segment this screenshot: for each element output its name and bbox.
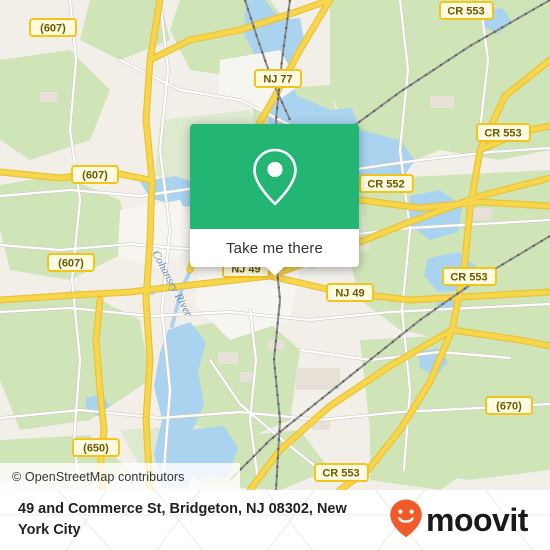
svg-text:NJ 49: NJ 49 — [335, 288, 364, 300]
location-popup-card[interactable]: Take me there — [190, 124, 359, 276]
shield-607-top: (607) — [29, 18, 77, 37]
footer-bar: 49 and Commerce St, Bridgeton, NJ 08302,… — [0, 490, 550, 550]
shield-nj77: NJ 77 — [254, 69, 302, 88]
popup-tail — [264, 266, 285, 276]
svg-text:NJ 77: NJ 77 — [263, 74, 292, 86]
svg-text:CR 553: CR 553 — [447, 6, 484, 18]
popup-marker-panel — [190, 124, 359, 229]
osm-attribution-text: © OpenStreetMap contributors — [12, 469, 185, 484]
moovit-logo[interactable]: moovit — [388, 498, 528, 543]
shield-cr553-mid: CR 553 — [442, 267, 497, 286]
svg-text:CR 553: CR 553 — [450, 272, 487, 284]
map-pin-icon — [249, 146, 301, 208]
svg-text:(607): (607) — [82, 170, 108, 182]
shield-cr553-bot: CR 553 — [314, 463, 369, 482]
shield-607-mid: (607) — [71, 165, 119, 184]
shield-650: (650) — [72, 438, 120, 457]
svg-text:(607): (607) — [58, 258, 84, 270]
moovit-location-card: Cohansey River (607) (607) (607) (650) N… — [0, 0, 550, 550]
svg-text:(670): (670) — [496, 401, 522, 413]
svg-text:(650): (650) — [83, 443, 109, 455]
svg-text:CR 553: CR 553 — [322, 468, 359, 480]
svg-text:CR 552: CR 552 — [367, 179, 404, 191]
shield-cr552: CR 552 — [359, 174, 414, 193]
svg-text:(607): (607) — [40, 23, 66, 35]
moovit-wordmark: moovit — [426, 502, 528, 538]
shield-670: (670) — [485, 396, 533, 415]
osm-attribution[interactable]: © OpenStreetMap contributors — [0, 463, 240, 490]
shield-cr553-top: CR 553 — [439, 1, 494, 20]
shield-cr553-upper: CR 553 — [476, 123, 531, 142]
take-me-there-label: Take me there — [226, 239, 323, 257]
take-me-there-button[interactable]: Take me there — [190, 229, 359, 276]
location-address: 49 and Commerce St, Bridgeton, NJ 08302,… — [18, 501, 347, 538]
moovit-pin-smile-icon — [388, 498, 424, 543]
svg-text:CR 553: CR 553 — [484, 128, 521, 140]
shield-nj49-east: NJ 49 — [326, 283, 374, 302]
shield-607-low: (607) — [47, 253, 95, 272]
